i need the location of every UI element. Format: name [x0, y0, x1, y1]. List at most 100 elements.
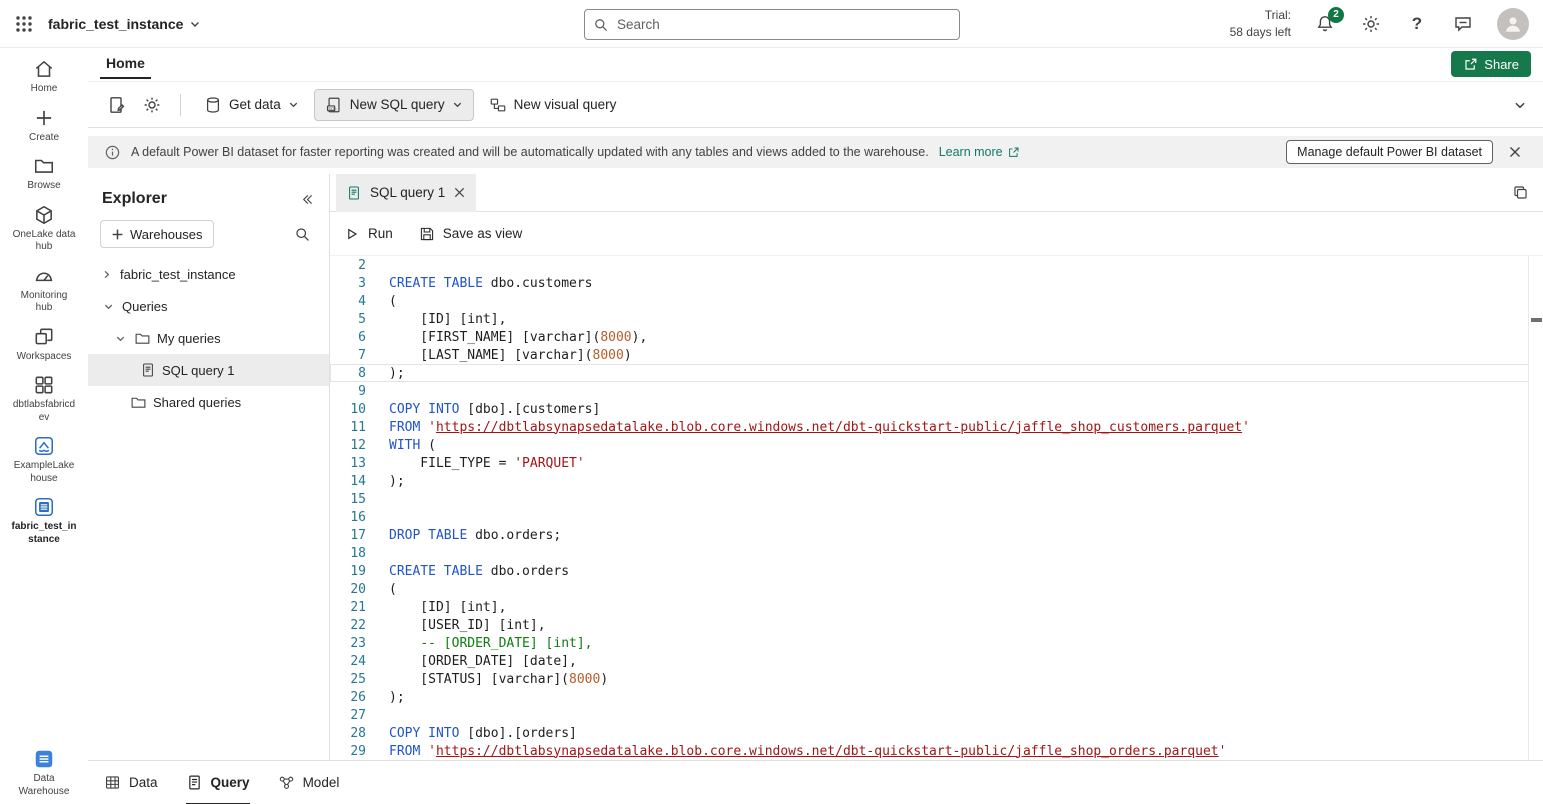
code-line[interactable]: 6 [FIRST_NAME] [varchar](8000),: [330, 328, 1529, 346]
tree-item-warehouse[interactable]: fabric_test_instance: [88, 258, 329, 290]
query-command-bar: Run Save as view: [330, 212, 1543, 256]
code-line[interactable]: 8);: [330, 364, 1529, 382]
code-line[interactable]: 11FROM 'https://dbtlabsynapsedatalake.bl…: [330, 418, 1529, 436]
code-line[interactable]: 2: [330, 256, 1529, 274]
save-as-view-button[interactable]: Save as view: [419, 226, 523, 242]
new-sql-query-label: New SQL query: [350, 97, 445, 112]
waffle-menu-icon[interactable]: [0, 0, 48, 48]
copy-button[interactable]: [1512, 184, 1529, 201]
code-line[interactable]: 19CREATE TABLE dbo.orders: [330, 562, 1529, 580]
new-visual-query-button[interactable]: New visual query: [478, 89, 628, 121]
code-line[interactable]: 21 [ID] [int],: [330, 598, 1529, 616]
settings-tool-button[interactable]: [136, 89, 168, 121]
collapse-ribbon-button[interactable]: [1513, 98, 1527, 112]
code-line-text: FROM 'https://dbtlabsynapsedatalake.blob…: [366, 744, 1226, 759]
code-line[interactable]: 13 FILE_TYPE = 'PARQUET': [330, 454, 1529, 472]
tab-sql-query-1[interactable]: SQL query 1: [336, 174, 476, 212]
code-line[interactable]: 25 [STATUS] [varchar](8000): [330, 670, 1529, 688]
code-line[interactable]: 22 [USER_ID] [int],: [330, 616, 1529, 634]
code-line[interactable]: 26);: [330, 688, 1529, 706]
explorer-search-button[interactable]: [289, 221, 315, 247]
tab-home[interactable]: Home: [100, 51, 151, 79]
sidebar-item-browse[interactable]: Browse: [4, 155, 84, 193]
sql-code-editor[interactable]: 23CREATE TABLE dbo.customers4(5 [ID] [in…: [330, 256, 1543, 760]
global-search[interactable]: [584, 9, 960, 40]
tab-query[interactable]: Query: [186, 761, 250, 804]
banner-close-button[interactable]: [1503, 140, 1527, 164]
tree-item-my-queries[interactable]: My queries: [88, 322, 329, 354]
new-visual-query-label: New visual query: [514, 97, 617, 112]
sidebar-item-home[interactable]: Home: [4, 58, 84, 96]
code-line[interactable]: 28COPY INTO [dbo].[orders]: [330, 724, 1529, 742]
settings-button[interactable]: [1359, 12, 1383, 36]
get-data-label: Get data: [229, 97, 281, 112]
close-tab-button[interactable]: [453, 186, 466, 199]
tab-query-label: Query: [211, 775, 250, 790]
code-line[interactable]: 29FROM 'https://dbtlabsynapsedatalake.bl…: [330, 742, 1529, 760]
get-data-button[interactable]: Get data: [193, 89, 310, 121]
code-line[interactable]: 3CREATE TABLE dbo.customers: [330, 274, 1529, 292]
onelake-icon: [33, 204, 55, 226]
sidebar-item-fabric-test-instance[interactable]: fabric_test_instance: [4, 496, 84, 546]
code-line[interactable]: 27: [330, 706, 1529, 724]
editor-scrollbar[interactable]: [1528, 256, 1529, 760]
code-line-text: FROM 'https://dbtlabsynapsedatalake.blob…: [366, 420, 1250, 435]
code-line[interactable]: 10COPY INTO [dbo].[customers]: [330, 400, 1529, 418]
add-warehouses-button[interactable]: Warehouses: [100, 220, 214, 248]
learn-more-link[interactable]: Learn more: [939, 145, 1020, 159]
sidebar-item-examplelakehouse[interactable]: ExampleLakehouse: [4, 435, 84, 485]
trial-status: Trial: 58 days left: [1230, 7, 1291, 39]
tab-model[interactable]: Model: [278, 761, 340, 804]
code-line[interactable]: 14);: [330, 472, 1529, 490]
new-report-button[interactable]: [100, 89, 132, 121]
code-line[interactable]: 5 [ID] [int],: [330, 310, 1529, 328]
feedback-icon: [1453, 14, 1473, 34]
notifications-button[interactable]: 2: [1313, 12, 1337, 36]
collapse-explorer-button[interactable]: [300, 192, 315, 207]
code-line[interactable]: 9: [330, 382, 1529, 400]
external-link-icon: [1007, 146, 1020, 159]
info-icon: [104, 144, 121, 161]
feedback-button[interactable]: [1451, 12, 1475, 36]
run-button[interactable]: Run: [344, 226, 393, 242]
code-line[interactable]: 20(: [330, 580, 1529, 598]
tree-item-sql-query-1[interactable]: SQL query 1: [88, 354, 329, 386]
sidebar-item-monitoring-hub[interactable]: Monitoring hub: [4, 265, 84, 315]
code-line-text: [FIRST_NAME] [varchar](8000),: [366, 330, 647, 345]
code-line[interactable]: 15: [330, 490, 1529, 508]
chevron-right-icon: [98, 269, 114, 280]
new-sql-query-button[interactable]: SQL New SQL query: [314, 89, 474, 121]
tree-item-shared-queries[interactable]: Shared queries: [88, 386, 329, 418]
overview-ruler-cursor-mark: [1531, 318, 1542, 322]
share-button[interactable]: Share: [1451, 51, 1531, 77]
line-number: 18: [330, 546, 366, 561]
new-report-icon: [106, 95, 126, 115]
search-icon: [294, 226, 311, 243]
sidebar-item-workspaces[interactable]: Workspaces: [4, 326, 84, 364]
code-line[interactable]: 7 [LAST_NAME] [varchar](8000): [330, 346, 1529, 364]
sidebar-item-onelake-data-hub[interactable]: OneLake data hub: [4, 204, 84, 254]
data-warehouse-icon: [33, 748, 55, 770]
code-line[interactable]: 18: [330, 544, 1529, 562]
account-avatar[interactable]: [1497, 8, 1529, 40]
plus-icon: [111, 228, 124, 241]
sidebar-item-label: dbtlabsfabricdev: [11, 399, 77, 424]
code-line[interactable]: 17DROP TABLE dbo.orders;: [330, 526, 1529, 544]
manage-dataset-button[interactable]: Manage default Power BI dataset: [1286, 140, 1493, 164]
sidebar-item-data-warehouse[interactable]: Data Warehouse: [4, 748, 84, 798]
help-button[interactable]: ?: [1405, 12, 1429, 36]
line-number: 27: [330, 708, 366, 723]
sidebar-item-create[interactable]: Create: [4, 107, 84, 145]
tree-item-queries[interactable]: Queries: [88, 290, 329, 322]
code-line[interactable]: 23 -- [ORDER_DATE] [int],: [330, 634, 1529, 652]
code-line[interactable]: 16: [330, 508, 1529, 526]
code-line[interactable]: 4(: [330, 292, 1529, 310]
workspace-grid-icon: [33, 374, 55, 396]
code-line[interactable]: 12WITH (: [330, 436, 1529, 454]
tab-data[interactable]: Data: [104, 761, 158, 804]
search-input[interactable]: [617, 17, 951, 32]
code-line[interactable]: 24 [ORDER_DATE] [date],: [330, 652, 1529, 670]
sidebar-item-dbtlabsfabricdev[interactable]: dbtlabsfabricdev: [4, 374, 84, 424]
workspace-switcher[interactable]: fabric_test_instance: [48, 16, 201, 32]
dataset-info-banner: A default Power BI dataset for faster re…: [88, 136, 1543, 168]
